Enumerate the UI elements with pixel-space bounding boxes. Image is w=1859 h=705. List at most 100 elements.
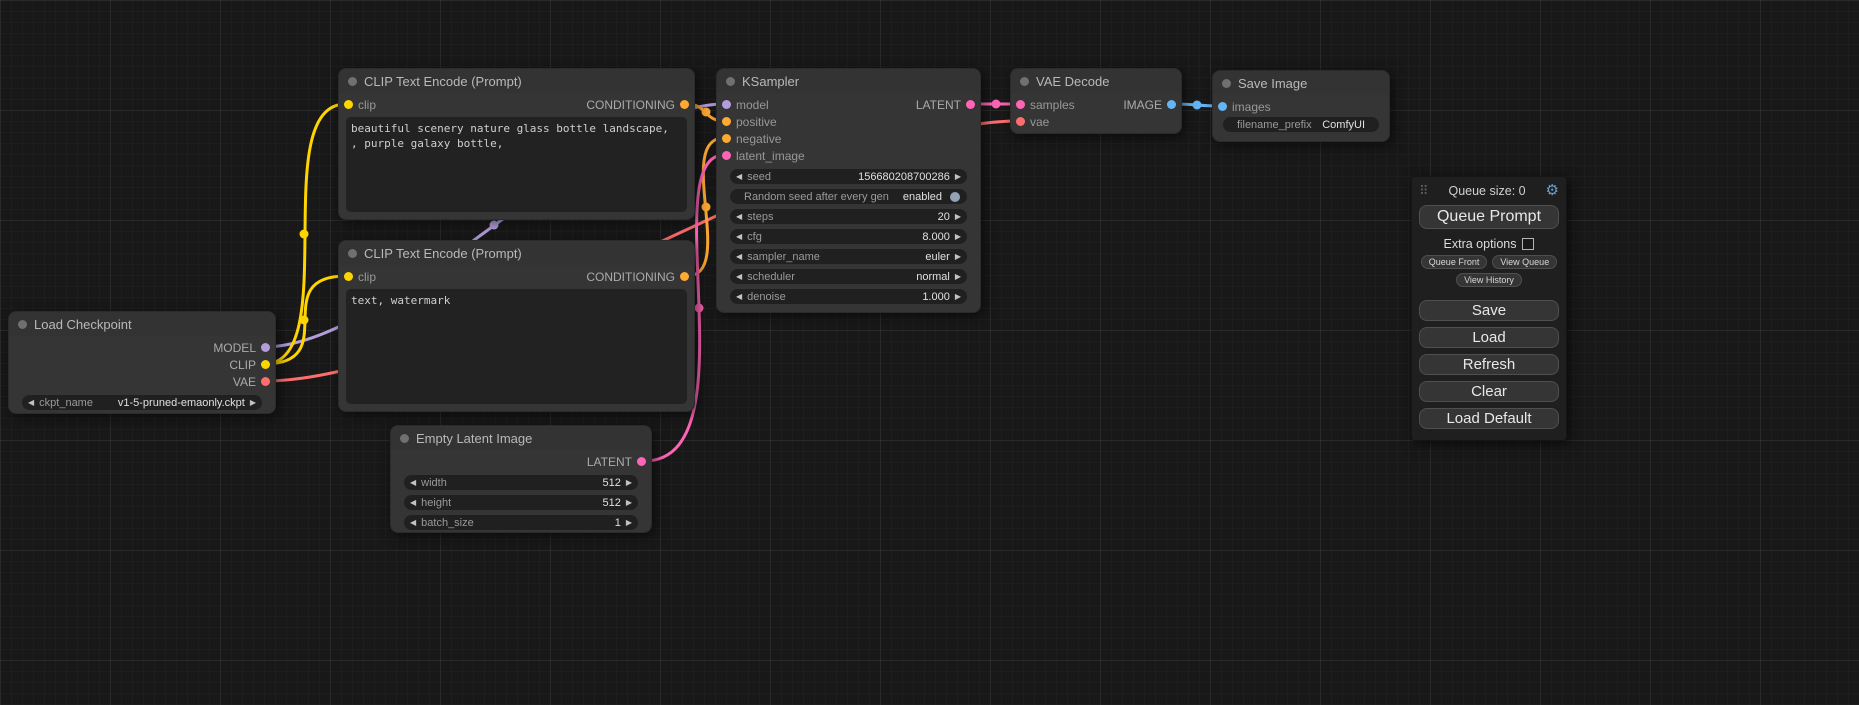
next-value-arrow-icon[interactable]: ▶ <box>626 515 632 530</box>
drag-handle-icon[interactable]: ⠿ <box>1419 183 1429 199</box>
output-slot-clip-dot[interactable] <box>261 360 270 369</box>
node-save-image[interactable]: Save Image images filename_prefix ComfyU… <box>1212 70 1390 142</box>
widget-ckpt-name[interactable]: ◀ ckpt_name v1-5-pruned-emaonly.ckpt ▶ <box>22 395 262 410</box>
next-value-arrow-icon[interactable]: ▶ <box>955 249 961 264</box>
collapse-dot-icon[interactable] <box>348 249 357 258</box>
prev-value-arrow-icon[interactable]: ◀ <box>410 475 416 490</box>
widget-seed[interactable]: ◀ seed 156680208700286 ▶ <box>730 169 967 184</box>
prev-value-arrow-icon[interactable]: ◀ <box>410 515 416 530</box>
next-value-arrow-icon[interactable]: ▶ <box>955 229 961 244</box>
input-slot-negative-dot[interactable] <box>722 134 731 143</box>
node-title-bar[interactable]: KSampler <box>717 69 980 93</box>
input-slot-clip-dot[interactable] <box>344 272 353 281</box>
clear-button[interactable]: Clear <box>1419 381 1559 402</box>
output-slot-vae-dot[interactable] <box>261 377 270 386</box>
input-slot-images-dot[interactable] <box>1218 102 1227 111</box>
node-title-bar[interactable]: Load Checkpoint <box>9 312 275 336</box>
input-slot-latent-image-dot[interactable] <box>722 151 731 160</box>
node-graph-canvas[interactable]: Load Checkpoint MODEL CLIP VAE <box>0 0 1859 705</box>
prev-value-arrow-icon[interactable]: ◀ <box>28 395 34 410</box>
positive-prompt-textarea[interactable]: beautiful scenery nature glass bottle la… <box>346 117 687 212</box>
node-vae-decode[interactable]: VAE Decode samples IMAGE vae <box>1010 68 1182 134</box>
load-default-button[interactable]: Load Default <box>1419 408 1559 429</box>
widget-sampler-name[interactable]: ◀ sampler_name euler ▶ <box>730 249 967 264</box>
output-slot-conditioning-dot[interactable] <box>680 272 689 281</box>
queue-panel[interactable]: ⠿ Queue size: 0 ⚙ Queue Prompt Extra opt… <box>1411 176 1567 441</box>
input-label-images: images <box>1232 100 1271 114</box>
output-label-clip: CLIP <box>229 358 256 372</box>
next-value-arrow-icon[interactable]: ▶ <box>955 209 961 224</box>
input-slot-positive-dot[interactable] <box>722 117 731 126</box>
next-value-arrow-icon[interactable]: ▶ <box>250 395 256 410</box>
output-slot-model-dot[interactable] <box>261 343 270 352</box>
widget-steps[interactable]: ◀ steps 20 ▶ <box>730 209 967 224</box>
prev-value-arrow-icon[interactable]: ◀ <box>736 289 742 304</box>
widget-batch-size[interactable]: ◀ batch_size 1 ▶ <box>404 515 638 530</box>
node-title-bar[interactable]: VAE Decode <box>1011 69 1181 93</box>
node-title-bar[interactable]: CLIP Text Encode (Prompt) <box>339 69 694 93</box>
widget-denoise[interactable]: ◀ denoise 1.000 ▶ <box>730 289 967 304</box>
prev-value-arrow-icon[interactable]: ◀ <box>736 249 742 264</box>
collapse-dot-icon[interactable] <box>726 77 735 86</box>
output-slot-conditioning-dot[interactable] <box>680 100 689 109</box>
node-title-bar[interactable]: CLIP Text Encode (Prompt) <box>339 241 694 265</box>
collapse-dot-icon[interactable] <box>1020 77 1029 86</box>
node-title: Save Image <box>1238 76 1307 91</box>
input-slot-clip-dot[interactable] <box>344 100 353 109</box>
next-value-arrow-icon[interactable]: ▶ <box>955 269 961 284</box>
collapse-dot-icon[interactable] <box>400 434 409 443</box>
prev-value-arrow-icon[interactable]: ◀ <box>736 229 742 244</box>
next-value-arrow-icon[interactable]: ▶ <box>626 475 632 490</box>
input-slot-model-dot[interactable] <box>722 100 731 109</box>
widget-value: v1-5-pruned-emaonly.ckpt <box>118 397 245 409</box>
refresh-button[interactable]: Refresh <box>1419 354 1559 375</box>
output-label-model: MODEL <box>213 341 256 355</box>
load-button[interactable]: Load <box>1419 327 1559 348</box>
output-slot-image-dot[interactable] <box>1167 100 1176 109</box>
output-slot-latent-dot[interactable] <box>637 457 646 466</box>
node-load-checkpoint[interactable]: Load Checkpoint MODEL CLIP VAE <box>8 311 276 414</box>
widget-random-seed-toggle[interactable]: Random seed after every gen enabled <box>730 189 967 204</box>
output-label-vae: VAE <box>233 375 256 389</box>
node-title-bar[interactable]: Empty Latent Image <box>391 426 651 450</box>
prev-value-arrow-icon[interactable]: ◀ <box>410 495 416 510</box>
wire-midpoint-dot-cond1 <box>702 108 711 117</box>
collapse-dot-icon[interactable] <box>348 77 357 86</box>
input-label-positive: positive <box>736 115 777 129</box>
widget-cfg[interactable]: ◀ cfg 8.000 ▶ <box>730 229 967 244</box>
node-clip-text-encode-positive[interactable]: CLIP Text Encode (Prompt) clip CONDITION… <box>338 68 695 220</box>
input-label-clip: clip <box>358 270 376 284</box>
widget-label: seed <box>747 171 771 183</box>
node-title: KSampler <box>742 74 799 89</box>
prev-value-arrow-icon[interactable]: ◀ <box>736 269 742 284</box>
node-ksampler[interactable]: KSampler model LATENT positive <box>716 68 981 313</box>
view-queue-button[interactable]: View Queue <box>1492 255 1557 269</box>
node-empty-latent-image[interactable]: Empty Latent Image LATENT ◀ width 512 ▶ … <box>390 425 652 533</box>
save-button[interactable]: Save <box>1419 300 1559 321</box>
node-clip-text-encode-negative[interactable]: CLIP Text Encode (Prompt) clip CONDITION… <box>338 240 695 412</box>
prev-value-arrow-icon[interactable]: ◀ <box>736 169 742 184</box>
extra-options-checkbox[interactable] <box>1522 238 1534 250</box>
view-history-button[interactable]: View History <box>1456 273 1522 287</box>
input-slot-vae-dot[interactable] <box>1016 117 1025 126</box>
output-slot-latent-dot[interactable] <box>966 100 975 109</box>
widget-filename-prefix[interactable]: filename_prefix ComfyUI <box>1223 117 1379 132</box>
queue-prompt-button[interactable]: Queue Prompt <box>1419 205 1559 229</box>
wire-midpoint-dot-clip1 <box>300 230 309 239</box>
collapse-dot-icon[interactable] <box>18 320 27 329</box>
prev-value-arrow-icon[interactable]: ◀ <box>736 209 742 224</box>
next-value-arrow-icon[interactable]: ▶ <box>955 289 961 304</box>
node-title: Empty Latent Image <box>416 431 532 446</box>
queue-front-button[interactable]: Queue Front <box>1421 255 1488 269</box>
widget-scheduler[interactable]: ◀ scheduler normal ▶ <box>730 269 967 284</box>
node-title-bar[interactable]: Save Image <box>1213 71 1389 95</box>
next-value-arrow-icon[interactable]: ▶ <box>955 169 961 184</box>
next-value-arrow-icon[interactable]: ▶ <box>626 495 632 510</box>
widget-height[interactable]: ◀ height 512 ▶ <box>404 495 638 510</box>
collapse-dot-icon[interactable] <box>1222 79 1231 88</box>
input-slot-samples-dot[interactable] <box>1016 100 1025 109</box>
widget-width[interactable]: ◀ width 512 ▶ <box>404 475 638 490</box>
negative-prompt-textarea[interactable]: text, watermark <box>346 289 687 404</box>
settings-gear-icon[interactable]: ⚙ <box>1546 183 1559 198</box>
toggle-knob-icon[interactable] <box>950 192 960 202</box>
